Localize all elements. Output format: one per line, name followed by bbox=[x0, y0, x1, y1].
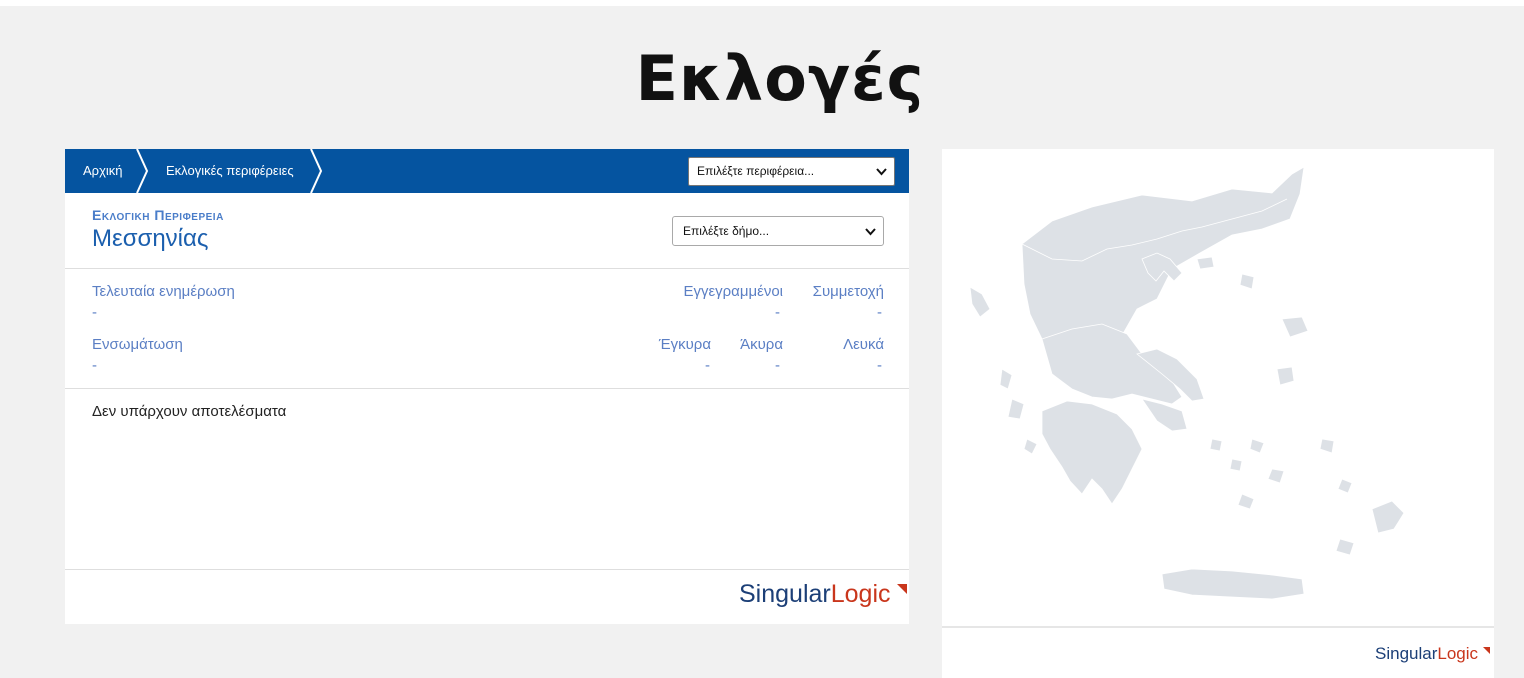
invalid-label: Άκυρα bbox=[740, 336, 783, 353]
map-region[interactable] bbox=[1209, 438, 1223, 452]
breadcrumb: Αρχική Εκλογικές περιφέρειες Επιλέξτε πε… bbox=[65, 149, 909, 193]
breadcrumb-home[interactable]: Αρχική bbox=[83, 149, 123, 193]
chevron-down-icon bbox=[865, 228, 876, 236]
map-region[interactable] bbox=[1196, 256, 1215, 270]
invalid-value: - bbox=[775, 357, 780, 374]
blank-label: Λευκά bbox=[843, 336, 884, 353]
registered-value: - bbox=[775, 304, 780, 321]
logo-part-2: Logic bbox=[830, 580, 891, 608]
logo-part-1: Singular bbox=[1375, 644, 1438, 663]
top-strip bbox=[0, 0, 1524, 6]
map-region[interactable] bbox=[969, 286, 991, 318]
no-results-message: Δεν υπάρχουν αποτελέσματα bbox=[92, 403, 287, 420]
page-title: Εκλογές bbox=[635, 42, 925, 115]
results-panel: Αρχική Εκλογικές περιφέρειες Επιλέξτε πε… bbox=[65, 149, 909, 624]
map-region[interactable] bbox=[1023, 438, 1038, 455]
map-footer: SingularLogic bbox=[942, 626, 1494, 678]
map-panel: SingularLogic bbox=[942, 149, 1494, 678]
map-region[interactable] bbox=[1249, 438, 1265, 454]
logo-corner-icon bbox=[897, 584, 908, 594]
map-region[interactable] bbox=[1007, 398, 1025, 420]
logo-part-2: Logic bbox=[1437, 644, 1479, 663]
map-region[interactable] bbox=[1337, 478, 1353, 494]
last-update-value: - bbox=[92, 304, 97, 321]
turnout-label: Συμμετοχή bbox=[812, 283, 884, 300]
map-region[interactable] bbox=[1335, 538, 1355, 556]
last-update-label: Τελευταία ενημέρωση bbox=[92, 283, 235, 300]
divider bbox=[65, 388, 909, 389]
blank-value: - bbox=[877, 357, 882, 374]
integration-label: Ενσωμάτωση bbox=[92, 336, 183, 353]
region-select-value: Επιλέξτε περιφέρεια... bbox=[697, 164, 815, 178]
map-region[interactable] bbox=[1237, 493, 1255, 510]
breadcrumb-electoral-districts[interactable]: Εκλογικές περιφέρειες bbox=[166, 149, 294, 193]
map-region[interactable] bbox=[1281, 316, 1309, 338]
map-region[interactable] bbox=[1319, 438, 1335, 454]
chevron-down-icon bbox=[876, 168, 887, 176]
map-region[interactable] bbox=[1041, 400, 1143, 505]
municipality-select[interactable]: Επιλέξτε δήμο... bbox=[672, 216, 884, 246]
breadcrumb-separator-icon bbox=[136, 149, 149, 193]
municipality-select-value: Επιλέξτε δήμο... bbox=[683, 224, 770, 238]
singular-logic-logo: SingularLogic bbox=[1375, 644, 1490, 664]
greece-map bbox=[969, 166, 1405, 600]
map-region[interactable] bbox=[1239, 273, 1255, 290]
integration-value: - bbox=[92, 357, 97, 374]
valid-value: - bbox=[705, 357, 710, 374]
breadcrumb-separator-icon bbox=[310, 149, 323, 193]
turnout-value: - bbox=[877, 304, 882, 321]
valid-label: Έγκυρα bbox=[658, 336, 711, 353]
singular-logic-logo: SingularLogic bbox=[739, 580, 908, 609]
panel-footer: SingularLogic bbox=[65, 569, 909, 624]
registered-label: Εγγεγραμμένοι bbox=[683, 283, 783, 300]
map-region[interactable] bbox=[1276, 366, 1295, 386]
logo-part-1: Singular bbox=[739, 580, 831, 608]
logo-corner-icon bbox=[1482, 647, 1490, 654]
divider bbox=[65, 268, 909, 269]
map-region[interactable] bbox=[1229, 458, 1243, 472]
district-name: Μεσσηνίας bbox=[92, 225, 209, 252]
map-region[interactable] bbox=[1141, 398, 1188, 432]
map-region[interactable] bbox=[1267, 468, 1285, 484]
map-region[interactable] bbox=[1371, 500, 1405, 534]
map-region[interactable] bbox=[999, 368, 1013, 390]
district-label: Εκλογικη Περιφερεια bbox=[92, 207, 224, 223]
map-region[interactable] bbox=[1161, 568, 1305, 600]
region-select[interactable]: Επιλέξτε περιφέρεια... bbox=[688, 157, 895, 186]
